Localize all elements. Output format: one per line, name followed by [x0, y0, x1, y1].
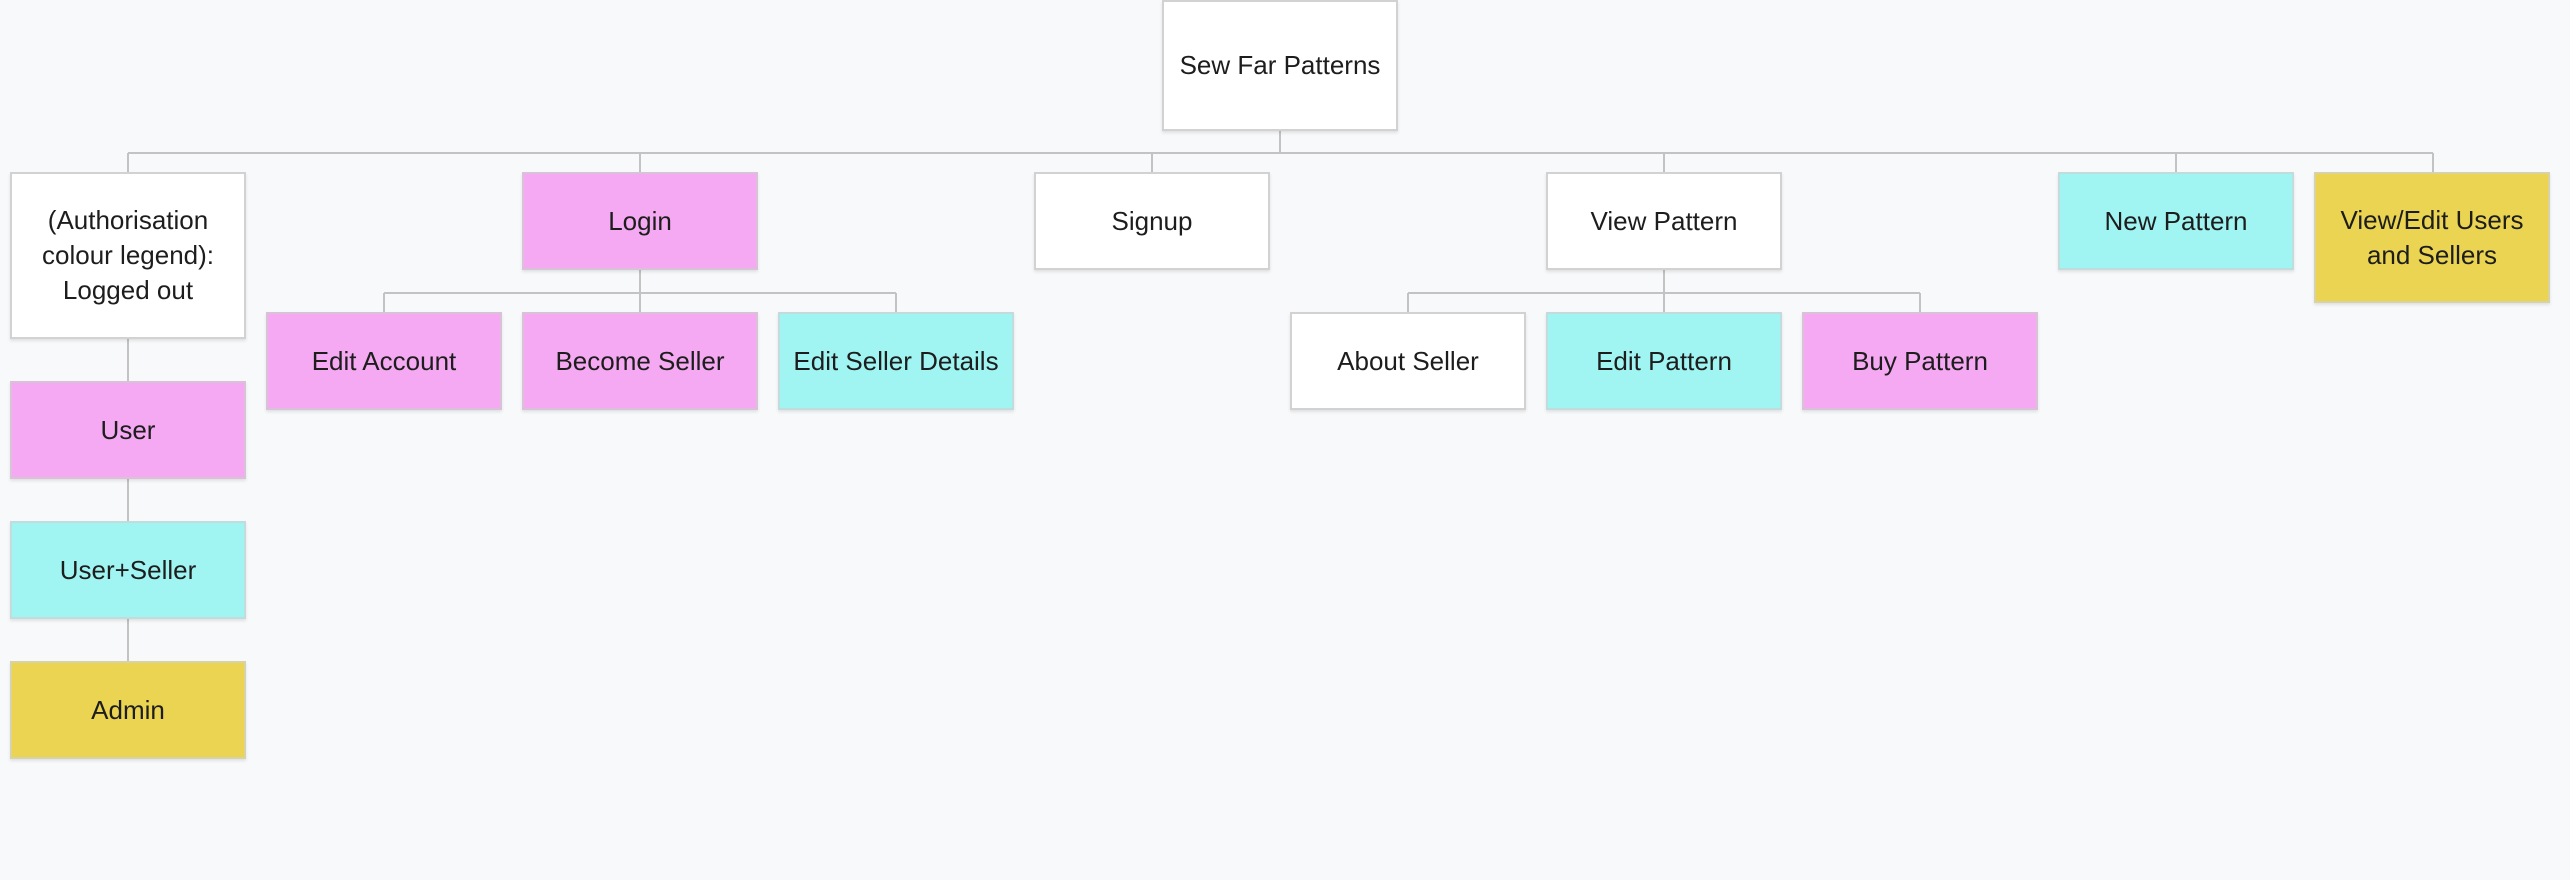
buy-pattern-node: Buy Pattern	[1802, 312, 2038, 410]
view-edit-users-node: View/Edit Users and Sellers	[2314, 172, 2550, 303]
new-pattern-node: New Pattern	[2058, 172, 2294, 270]
about-seller-node: About Seller	[1290, 312, 1526, 410]
root-node: Sew Far Patterns	[1162, 0, 1398, 131]
become-seller-node: Become Seller	[522, 312, 758, 410]
signup-node: Signup	[1034, 172, 1270, 270]
view-pattern-node: View Pattern	[1546, 172, 1782, 270]
edit-pattern-node: Edit Pattern	[1546, 312, 1782, 410]
edit-account-node: Edit Account	[266, 312, 502, 410]
login-node: Login	[522, 172, 758, 270]
legend-logged-out-node: (Authorisation colour legend): Logged ou…	[10, 172, 246, 339]
legend-user-seller-node: User+Seller	[10, 521, 246, 619]
edit-seller-details-node: Edit Seller Details	[778, 312, 1014, 410]
legend-user-node: User	[10, 381, 246, 479]
legend-admin-node: Admin	[10, 661, 246, 759]
sitemap-diagram: Sew Far Patterns (Authorisation colour l…	[0, 0, 2570, 880]
connector-lines	[127, 130, 2434, 661]
